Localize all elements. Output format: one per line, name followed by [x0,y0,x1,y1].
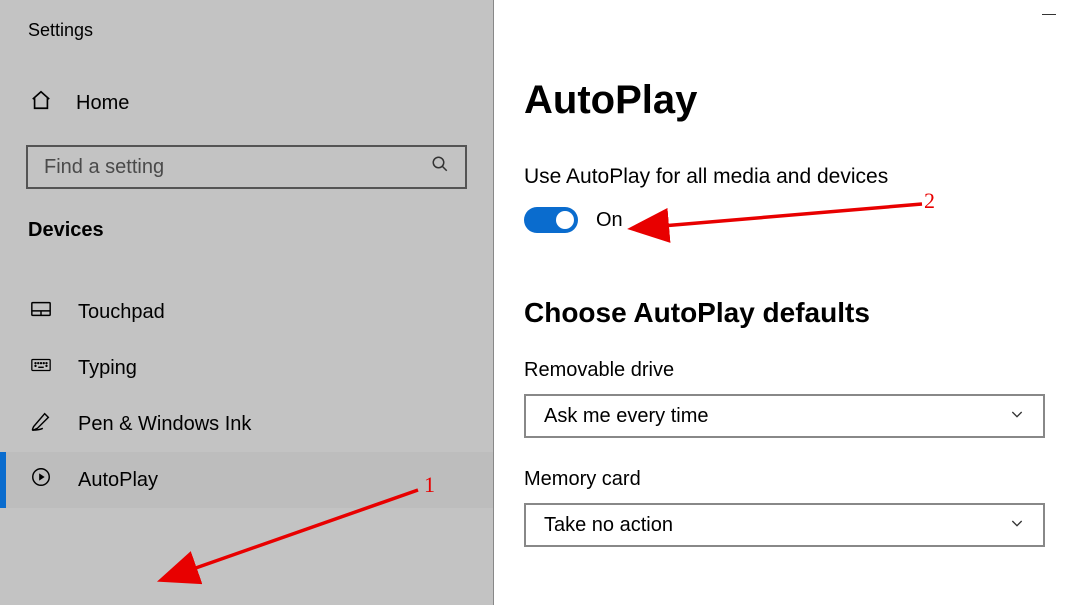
dropdown-value: Take no action [544,514,673,537]
nav-list: Touchpad Typing [0,284,493,508]
pen-icon [30,410,52,438]
search-placeholder: Find a setting [44,156,164,179]
annotation-number-1: 1 [424,472,435,498]
sidebar-item-label: Typing [78,357,137,380]
removable-drive-dropdown[interactable]: Ask me every time [524,394,1045,438]
sidebar-item-label: AutoPlay [78,469,158,492]
sidebar-item-touchpad[interactable]: Touchpad [0,284,493,340]
home-label: Home [76,92,129,115]
autoplay-toggle[interactable] [524,207,578,233]
chevron-down-icon [1009,405,1025,428]
sidebar-item-autoplay[interactable]: AutoPlay [0,452,493,508]
dropdown-value: Ask me every time [544,405,708,428]
nav-home[interactable]: Home [0,41,493,117]
sidebar-category: Devices [0,189,493,242]
window-title: Settings [0,0,493,41]
sidebar-item-typing[interactable]: Typing [0,340,493,396]
sidebar-item-label: Touchpad [78,301,165,324]
annotation-number-2: 2 [924,188,935,214]
page-title: AutoPlay [524,78,1050,123]
keyboard-icon [30,354,52,382]
memory-card-label: Memory card [524,468,1050,491]
toggle-state-text: On [596,209,623,232]
autoplay-toggle-label: Use AutoPlay for all media and devices [524,165,1050,189]
home-icon [30,89,52,117]
chevron-down-icon [1009,514,1025,537]
touchpad-icon [30,298,52,326]
sidebar: Settings Home Find a setting Devices [0,0,494,605]
main-content: AutoPlay Use AutoPlay for all media and … [494,0,1080,605]
toggle-knob [556,211,574,229]
memory-card-dropdown[interactable]: Take no action [524,503,1045,547]
minimize-button[interactable] [1042,14,1056,15]
search-icon [431,155,449,179]
sidebar-item-label: Pen & Windows Ink [78,413,251,436]
defaults-heading: Choose AutoPlay defaults [524,297,1050,329]
sidebar-item-pen[interactable]: Pen & Windows Ink [0,396,493,452]
search-input[interactable]: Find a setting [26,145,467,189]
autoplay-icon [30,466,52,494]
removable-drive-label: Removable drive [524,359,1050,382]
